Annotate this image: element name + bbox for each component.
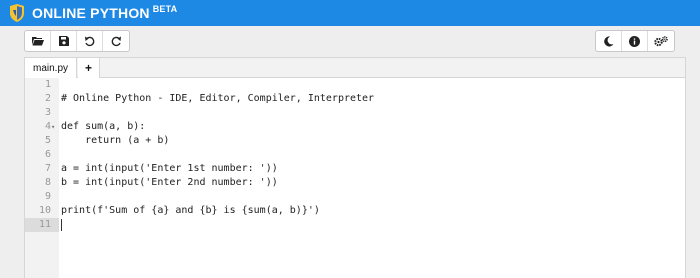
python-logo-icon — [10, 4, 24, 22]
info-button[interactable] — [622, 31, 648, 51]
code-line: 10 print(f'Sum of {a} and {b} is {sum(a, … — [25, 204, 685, 218]
settings-gears-icon — [654, 35, 668, 46]
tab-main-py[interactable]: main.py — [25, 58, 77, 78]
line-number: 10 — [38, 205, 51, 216]
open-folder-button[interactable] — [25, 31, 51, 51]
line-text: a = int(input('Enter 1st number: ')) — [61, 163, 278, 174]
file-tabs: main.py + — [25, 58, 685, 78]
view-toolbar — [595, 30, 675, 52]
line-number: 7 — [44, 163, 51, 174]
fold-arrow-icon[interactable]: ▾ — [51, 120, 55, 134]
line-text: b = int(input('Enter 2nd number: ')) — [61, 177, 278, 188]
code-line: 1 — [25, 78, 685, 92]
file-toolbar — [24, 30, 130, 52]
beta-badge: BETA — [152, 4, 178, 14]
open-folder-icon — [31, 37, 44, 46]
add-tab-button[interactable]: + — [78, 58, 100, 78]
line-number: 3 — [44, 107, 51, 118]
code-line: 6 — [25, 148, 685, 162]
code-editor: main.py + 1 2 # Online Python - IDE, Edit… — [24, 57, 686, 278]
line-text: print(f'Sum of {a} and {b} is {sum(a, b)… — [61, 205, 320, 216]
line-text: # Online Python - IDE, Editor, Compiler,… — [61, 93, 375, 104]
brand-name: ONLINE PYTHON — [32, 5, 150, 21]
redo-button[interactable] — [103, 31, 129, 51]
line-text: def sum(a, b): — [61, 121, 146, 132]
undo-button[interactable] — [77, 31, 103, 51]
save-icon — [58, 36, 69, 46]
save-button[interactable] — [51, 31, 77, 51]
code-line: 8 b = int(input('Enter 2nd number: ')) — [25, 176, 685, 190]
code-line: 9 — [25, 190, 685, 204]
settings-button[interactable] — [648, 31, 674, 51]
line-number: 8 — [44, 177, 51, 188]
active-code-line: 11 — [25, 218, 685, 232]
line-text: return (a + b) — [61, 135, 170, 146]
info-icon — [629, 35, 640, 47]
undo-icon — [85, 36, 95, 46]
line-number: 6 — [44, 149, 51, 160]
code-line: 5 return (a + b) — [25, 134, 685, 148]
code-line: 7 a = int(input('Enter 1st number: ')) — [25, 162, 685, 176]
top-bar: ONLINE PYTHON BETA — [0, 0, 700, 26]
moon-icon — [604, 35, 614, 46]
line-number: 11 — [25, 218, 59, 232]
code-line: 4 ▾ def sum(a, b): — [25, 120, 685, 134]
line-number: 9 — [44, 191, 51, 202]
code-line: 2 # Online Python - IDE, Editor, Compiler… — [25, 92, 685, 106]
text-cursor — [61, 219, 62, 231]
app-title: ONLINE PYTHON BETA — [32, 4, 178, 21]
line-number: 2 — [44, 93, 51, 104]
dark-mode-button[interactable] — [596, 31, 622, 51]
line-number: 4 — [44, 121, 51, 132]
line-number: 5 — [44, 135, 51, 146]
redo-icon — [111, 36, 121, 46]
code-line: 3 — [25, 106, 685, 120]
line-number: 1 — [44, 79, 51, 90]
